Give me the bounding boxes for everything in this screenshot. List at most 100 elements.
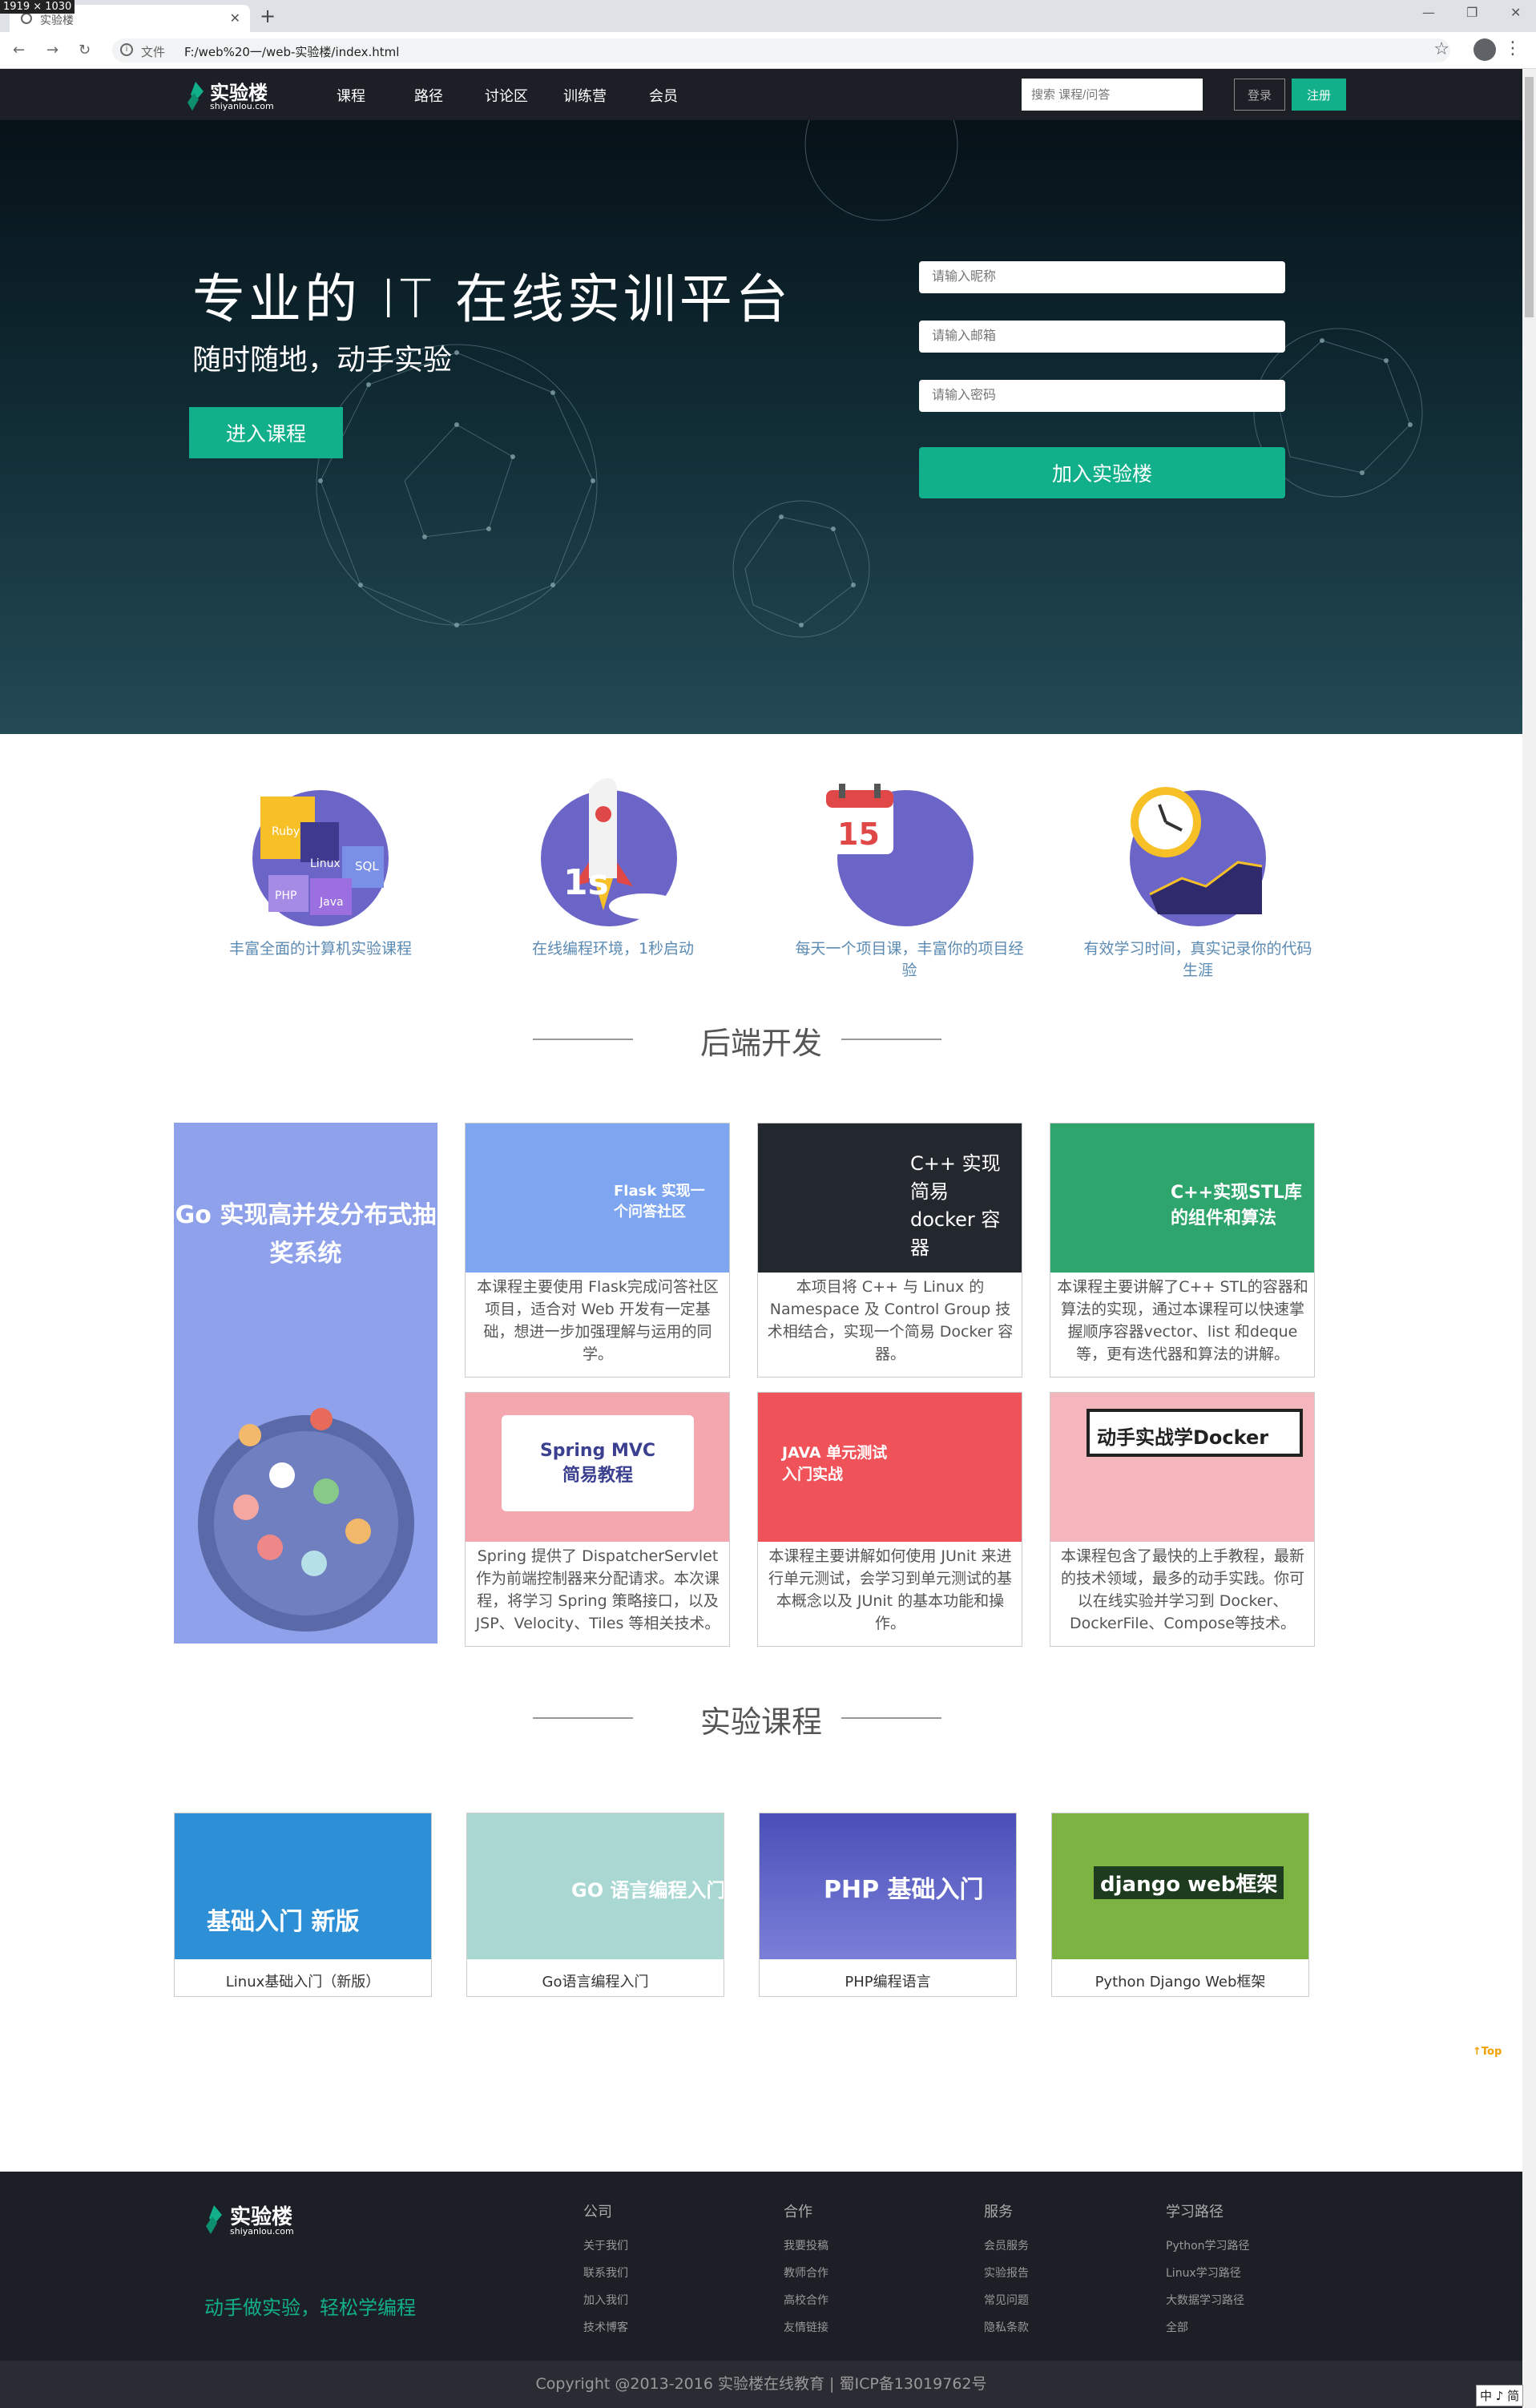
course-thumbnail: 基础入门 新版	[175, 1813, 431, 1959]
restore-icon[interactable]: ❐	[1466, 5, 1478, 20]
course-description: 本课程主要讲解如何使用 JUnit 来进行单元测试，会学习到单元测试的基本概念以…	[768, 1547, 1012, 1632]
course-card[interactable]: Spring MVC 简易教程 Spring 提供了 DispatcherSer…	[465, 1392, 730, 1647]
feature-label-java: Java	[319, 896, 344, 909]
scrollbar-thumb[interactable]	[1525, 77, 1534, 317]
course-card[interactable]: C++实现STL库的组件和算法 本课程主要讲解了C++ STL的容器和算法的实现…	[1050, 1123, 1315, 1377]
nav-paths[interactable]: 路径	[414, 85, 443, 106]
footer-link[interactable]: 我要投稿	[784, 2237, 828, 2253]
experiment-course-card[interactable]: django web框架 Python Django Web框架	[1051, 1813, 1309, 1997]
thumbnail-label: GO 语言编程入门	[571, 1879, 724, 1902]
site-footer: 实验楼 shiyanlou.com 动手做实验，轻松学编程 公司 关于我们 联系…	[0, 2172, 1522, 2361]
tab-title: 实验楼	[40, 14, 74, 27]
feature-caption: 有效学习时间，真实记录你的代码生涯	[1083, 940, 1312, 979]
back-to-top-label: Top	[1481, 2046, 1502, 2058]
forward-icon[interactable]: →	[46, 42, 58, 58]
course-card[interactable]: JAVA 单元测试入门实战 本课程主要讲解如何使用 JUnit 来进行单元测试，…	[757, 1392, 1022, 1647]
footer-link[interactable]: 高校合作	[784, 2292, 828, 2308]
enter-course-button[interactable]: 进入课程	[189, 407, 343, 458]
footer-link[interactable]: 关于我们	[583, 2237, 628, 2253]
logo-leaf-icon	[206, 2205, 222, 2234]
footer-link[interactable]: 大数据学习路径	[1166, 2292, 1250, 2308]
feature-label-15: 15	[837, 817, 880, 852]
info-icon[interactable]: i	[120, 43, 133, 56]
course-name: PHP编程语言	[845, 1974, 931, 1991]
footer-link[interactable]: 会员服务	[984, 2237, 1029, 2253]
nav-courses[interactable]: 课程	[337, 85, 365, 106]
calendar-icon: 15	[826, 784, 893, 854]
join-button[interactable]: 加入实验楼	[919, 447, 1285, 498]
back-icon[interactable]: ←	[13, 42, 25, 58]
footer-link[interactable]: 技术博客	[583, 2319, 628, 2335]
nickname-input[interactable]	[919, 261, 1285, 293]
dimension-label: 1919 × 1030	[0, 0, 75, 14]
nav-bootcamp[interactable]: 训练营	[563, 85, 607, 106]
thumbnail-label: JAVA 单元测试入门实战	[782, 1444, 888, 1483]
password-input[interactable]	[919, 380, 1285, 412]
footer-link[interactable]: 隐私条款	[984, 2319, 1029, 2335]
course-card[interactable]: C++ 实现简易 docker 容器 本项目将 C++ 与 Linux 的 Na…	[757, 1123, 1022, 1377]
course-thumbnail: Flask 实现一个问答社区	[466, 1123, 729, 1273]
footer-link[interactable]: 全部	[1166, 2319, 1250, 2335]
hero-banner: 专业的 IT 在线实训平台 随时随地，动手实验 进入课程 加入实验楼	[0, 120, 1522, 734]
reload-icon[interactable]: ↻	[79, 42, 91, 58]
close-window-icon[interactable]: ✕	[1510, 5, 1521, 20]
footer-heading: 公司	[583, 2204, 612, 2220]
hero-subtitle: 随时随地，动手实验	[192, 344, 453, 377]
course-card[interactable]: Flask 实现一个问答社区 本课程主要使用 Flask完成问答社区项目，适合对…	[465, 1123, 730, 1377]
footer-link[interactable]: Linux学习路径	[1166, 2265, 1250, 2281]
feature-caption: 在线编程环境，1秒启动	[531, 940, 695, 958]
footer-link[interactable]: 友情链接	[784, 2319, 828, 2335]
course-thumbnail: django web框架	[1052, 1813, 1308, 1959]
nav-forum[interactable]: 讨论区	[485, 85, 528, 106]
experiment-course-card[interactable]: PHP 基础入门 PHP编程语言	[759, 1813, 1017, 1997]
feature-caption: 丰富全面的计算机实验课程	[228, 940, 412, 958]
ime-indicator[interactable]: 中 ♪ 简	[1476, 2385, 1524, 2406]
globe-icon	[21, 13, 32, 24]
feature-label-linux: Linux	[310, 857, 341, 870]
register-button[interactable]: 注册	[1292, 79, 1346, 111]
footer-link[interactable]: 加入我们	[583, 2292, 628, 2308]
featured-course-card[interactable]: Go 实现高并发分布式抽奖系统	[174, 1123, 437, 1644]
email-input[interactable]	[919, 321, 1285, 353]
experiment-course-card[interactable]: GO 语言编程入门 Go语言编程入门	[466, 1813, 724, 1997]
course-thumbnail: PHP 基础入门	[760, 1813, 1016, 1959]
section-divider	[841, 1717, 941, 1719]
close-tab-icon[interactable]: ✕	[230, 10, 240, 26]
site-header: 实验楼 shiyanlou.com 课程 路径 讨论区 训练营 会员 登录 注册	[0, 69, 1522, 120]
scheme-label: 文件	[141, 45, 166, 59]
course-name: Python Django Web框架	[1095, 1974, 1266, 1991]
footer-link[interactable]: 联系我们	[583, 2265, 628, 2281]
footer-link[interactable]: 常见问题	[984, 2292, 1029, 2308]
login-button[interactable]: 登录	[1234, 79, 1285, 111]
footer-heading: 学习路径	[1166, 2204, 1224, 2220]
new-tab-button[interactable]: +	[260, 5, 276, 27]
thumbnail-label: Spring MVC 简易教程	[539, 1441, 656, 1486]
thumbnail-label: 基础入门 新版	[207, 1908, 360, 1936]
footer-link[interactable]: 教师合作	[784, 2265, 828, 2281]
footer-column-service: 服务 会员服务 实验报告 常见问题 隐私条款	[984, 2200, 1029, 2335]
lottery-bowl-icon	[198, 1408, 414, 1632]
address-input[interactable]: i 文件 F:/web%20一/web-实验楼/index.html	[112, 38, 1450, 63]
footer-column-cooperation: 合作 我要投稿 教师合作 高校合作 友情链接	[784, 2200, 828, 2335]
back-to-top-link[interactable]: ↑Top	[1473, 2046, 1502, 2058]
minimize-icon[interactable]: —	[1422, 5, 1435, 20]
search-input[interactable]	[1022, 79, 1203, 111]
profile-avatar-icon[interactable]	[1474, 38, 1496, 61]
course-thumbnail: 动手实战学Docker	[1050, 1393, 1314, 1542]
course-thumbnail: C++ 实现简易 docker 容器	[758, 1123, 1022, 1273]
course-thumbnail: C++实现STL库的组件和算法	[1050, 1123, 1314, 1273]
hero-title: 专业的 IT 在线实训平台	[192, 268, 792, 330]
course-card[interactable]: 动手实战学Docker 本课程包含了最快的上手教程，最新的技术领域，最多的动手实…	[1050, 1392, 1315, 1647]
nav-membership[interactable]: 会员	[649, 85, 678, 106]
feature-label-php: PHP	[275, 889, 296, 902]
bookmark-star-icon[interactable]: ☆	[1433, 39, 1449, 59]
course-description: 本课程包含了最快的上手教程，最新的技术领域，最多的动手实践。你可以在线实验并学习…	[1060, 1547, 1304, 1632]
thumbnail-label: PHP 基础入门	[824, 1876, 984, 1904]
browser-menu-icon[interactable]: ⋮	[1504, 38, 1522, 58]
footer-heading: 合作	[784, 2204, 812, 2220]
footer-link[interactable]: 实验报告	[984, 2265, 1029, 2281]
page-scrollbar[interactable]	[1522, 69, 1536, 2408]
course-name: Go语言编程入门	[542, 1974, 649, 1991]
experiment-course-card[interactable]: 基础入门 新版 Linux基础入门（新版）	[174, 1813, 432, 1997]
footer-link[interactable]: Python学习路径	[1166, 2237, 1250, 2253]
